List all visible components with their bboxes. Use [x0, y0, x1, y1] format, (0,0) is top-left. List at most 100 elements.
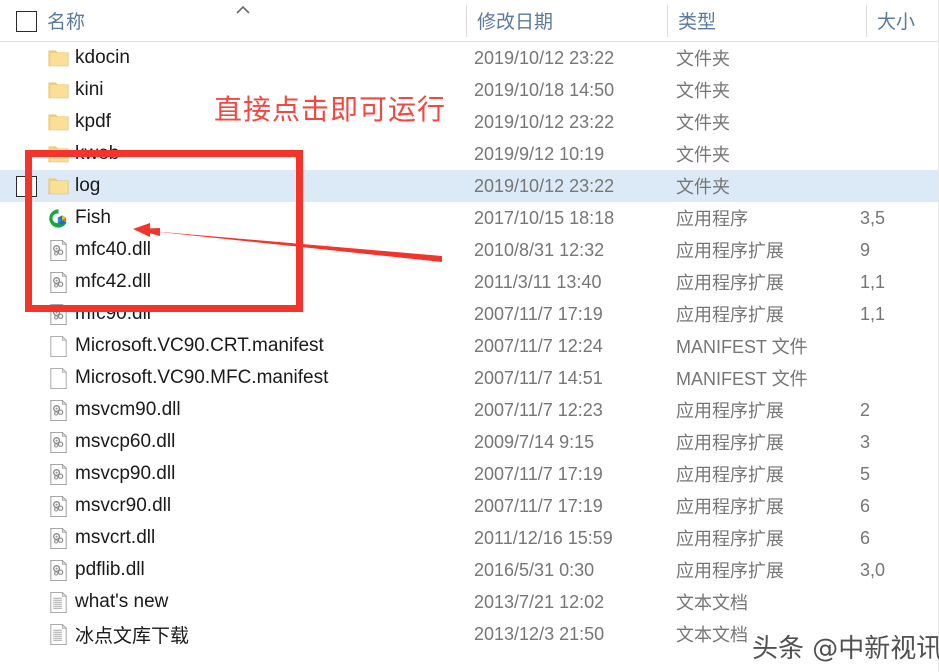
folder-icon	[47, 79, 70, 102]
dll-icon	[47, 399, 70, 422]
file-date-modified: 2007/11/7 17:19	[474, 303, 603, 324]
annotation-callout-text: 直接点击即可运行	[214, 93, 447, 126]
file-row[interactable]: what's new 2013/7/21 12:02 文本文档	[0, 586, 939, 618]
dll-icon	[47, 431, 70, 454]
file-row[interactable]: Microsoft.VC90.MFC.manifest 2007/11/7 14:…	[0, 362, 939, 394]
file-size: 5	[860, 463, 871, 484]
file-row[interactable]: kini 2019/10/18 14:50 文件夹	[0, 74, 939, 106]
file-list[interactable]: kdocin 2019/10/12 23:22 文件夹 kini 2019/10/18 …	[0, 42, 939, 672]
file-type: 应用程序	[676, 209, 748, 229]
file-name: kini	[75, 79, 104, 100]
file-name: 冰点文库下载	[75, 625, 190, 647]
file-size: 9	[860, 239, 871, 260]
column-divider-3[interactable]	[866, 5, 867, 37]
file-type: 应用程序扩展	[676, 433, 784, 453]
column-divider-2[interactable]	[667, 5, 668, 37]
file-row[interactable]: mfc90.dll 2007/11/7 17:19 应用程序扩展 1,1	[0, 298, 939, 330]
file-type: 应用程序扩展	[676, 529, 784, 549]
column-header-row: 名称 修改日期 类型 大小	[0, 0, 939, 42]
file-date-modified: 2007/11/7 12:24	[474, 335, 603, 356]
column-header-size[interactable]: 大小	[877, 0, 915, 41]
file-type: 文本文档	[676, 593, 748, 613]
file-type: 文本文档	[676, 625, 748, 645]
column-header-name[interactable]: 名称	[47, 0, 85, 41]
file-row[interactable]: Microsoft.VC90.CRT.manifest 2007/11/7 12:…	[0, 330, 939, 362]
file-date-modified: 2007/11/7 12:23	[474, 399, 603, 420]
dll-icon	[47, 527, 70, 550]
fish-app-icon	[47, 207, 70, 230]
file-row[interactable]: Fish 2017/10/15 18:18 应用程序 3,5	[0, 202, 939, 234]
file-name: msvcr90.dll	[75, 495, 172, 516]
chevron-up-icon	[236, 5, 250, 14]
file-size: 2	[860, 399, 871, 420]
file-date-modified: 2019/9/12 10:19	[474, 143, 605, 164]
file-name: Microsoft.VC90.CRT.manifest	[75, 335, 324, 356]
file-row[interactable]: kdocin 2019/10/12 23:22 文件夹	[0, 42, 939, 74]
folder-icon	[47, 143, 70, 166]
file-name: Fish	[75, 207, 111, 228]
file-date-modified: 2017/10/15 18:18	[474, 207, 615, 228]
file-size: 3,5	[860, 207, 886, 228]
folder-icon	[47, 111, 70, 134]
row-checkbox[interactable]	[16, 176, 37, 197]
file-name: msvcp90.dll	[75, 463, 176, 484]
select-all-checkbox[interactable]	[16, 11, 37, 32]
file-date-modified: 2016/5/31 0:30	[474, 559, 595, 580]
file-size	[860, 74, 939, 106]
column-header-date[interactable]: 修改日期	[477, 0, 553, 41]
file-date-modified: 2019/10/18 14:50	[474, 79, 615, 100]
file-type: 应用程序扩展	[676, 561, 784, 581]
file-size: 1,1	[860, 271, 886, 292]
file-date-modified: 2011/12/16 15:59	[474, 527, 613, 548]
text-doc-icon	[47, 623, 70, 646]
file-date-modified: 2013/12/3 21:50	[474, 623, 605, 644]
watermark: 头条 @中新视讯	[752, 634, 939, 664]
file-name: msvcp60.dll	[75, 431, 176, 452]
file-name: pdflib.dll	[75, 559, 145, 580]
file-type: 文件夹	[676, 81, 730, 101]
folder-icon	[47, 175, 70, 198]
file-type: 应用程序扩展	[676, 273, 784, 293]
file-size: 3	[860, 431, 871, 452]
file-size: 1,1	[860, 303, 886, 324]
dll-icon	[47, 559, 70, 582]
manifest-icon	[47, 367, 70, 390]
file-size	[860, 42, 939, 74]
file-size	[860, 586, 939, 618]
file-size	[860, 362, 939, 394]
file-row[interactable]: kpdf 2019/10/12 23:22 文件夹	[0, 106, 939, 138]
file-name: mfc40.dll	[75, 239, 152, 260]
folder-icon	[47, 47, 70, 70]
file-size: 3,0	[860, 559, 886, 580]
file-date-modified: 2010/8/31 12:32	[474, 239, 605, 260]
file-row[interactable]: mfc42.dll 2011/3/11 13:40 应用程序扩展 1,1	[0, 266, 939, 298]
file-type: 文件夹	[676, 49, 730, 69]
file-date-modified: 2013/7/21 12:02	[474, 591, 605, 612]
file-row[interactable]: pdflib.dll 2016/5/31 0:30 应用程序扩展 3,0	[0, 554, 939, 586]
file-type: 文件夹	[676, 113, 730, 133]
file-type: MANIFEST 文件	[676, 337, 808, 357]
file-row[interactable]: log 2019/10/12 23:22 文件夹	[0, 170, 939, 202]
file-row[interactable]: kweb 2019/9/12 10:19 文件夹	[0, 138, 939, 170]
file-date-modified: 2019/10/12 23:22	[474, 111, 615, 132]
file-explorer-list-view: 名称 修改日期 类型 大小 kdocin 2019/10/12 23:22 文件夹 k…	[0, 0, 939, 672]
file-size	[860, 138, 939, 170]
file-type: 应用程序扩展	[676, 401, 784, 421]
file-name: kdocin	[75, 47, 130, 68]
file-row[interactable]: mfc40.dll 2010/8/31 12:32 应用程序扩展 9	[0, 234, 939, 266]
file-row[interactable]: msvcrt.dll 2011/12/16 15:59 应用程序扩展 6	[0, 522, 939, 554]
dll-icon	[47, 271, 70, 294]
file-name: msvcrt.dll	[75, 527, 156, 548]
dll-icon	[47, 239, 70, 262]
file-name: msvcm90.dll	[75, 399, 181, 420]
file-type: 应用程序扩展	[676, 497, 784, 517]
file-type: MANIFEST 文件	[676, 369, 808, 389]
column-header-type[interactable]: 类型	[678, 0, 716, 41]
column-divider-1[interactable]	[466, 5, 467, 37]
file-size	[860, 170, 939, 202]
file-row[interactable]: msvcm90.dll 2007/11/7 12:23 应用程序扩展 2	[0, 394, 939, 426]
dll-icon	[47, 303, 70, 326]
file-row[interactable]: msvcp90.dll 2007/11/7 17:19 应用程序扩展 5	[0, 458, 939, 490]
file-row[interactable]: msvcr90.dll 2007/11/7 17:19 应用程序扩展 6	[0, 490, 939, 522]
file-row[interactable]: msvcp60.dll 2009/7/14 9:15 应用程序扩展 3	[0, 426, 939, 458]
